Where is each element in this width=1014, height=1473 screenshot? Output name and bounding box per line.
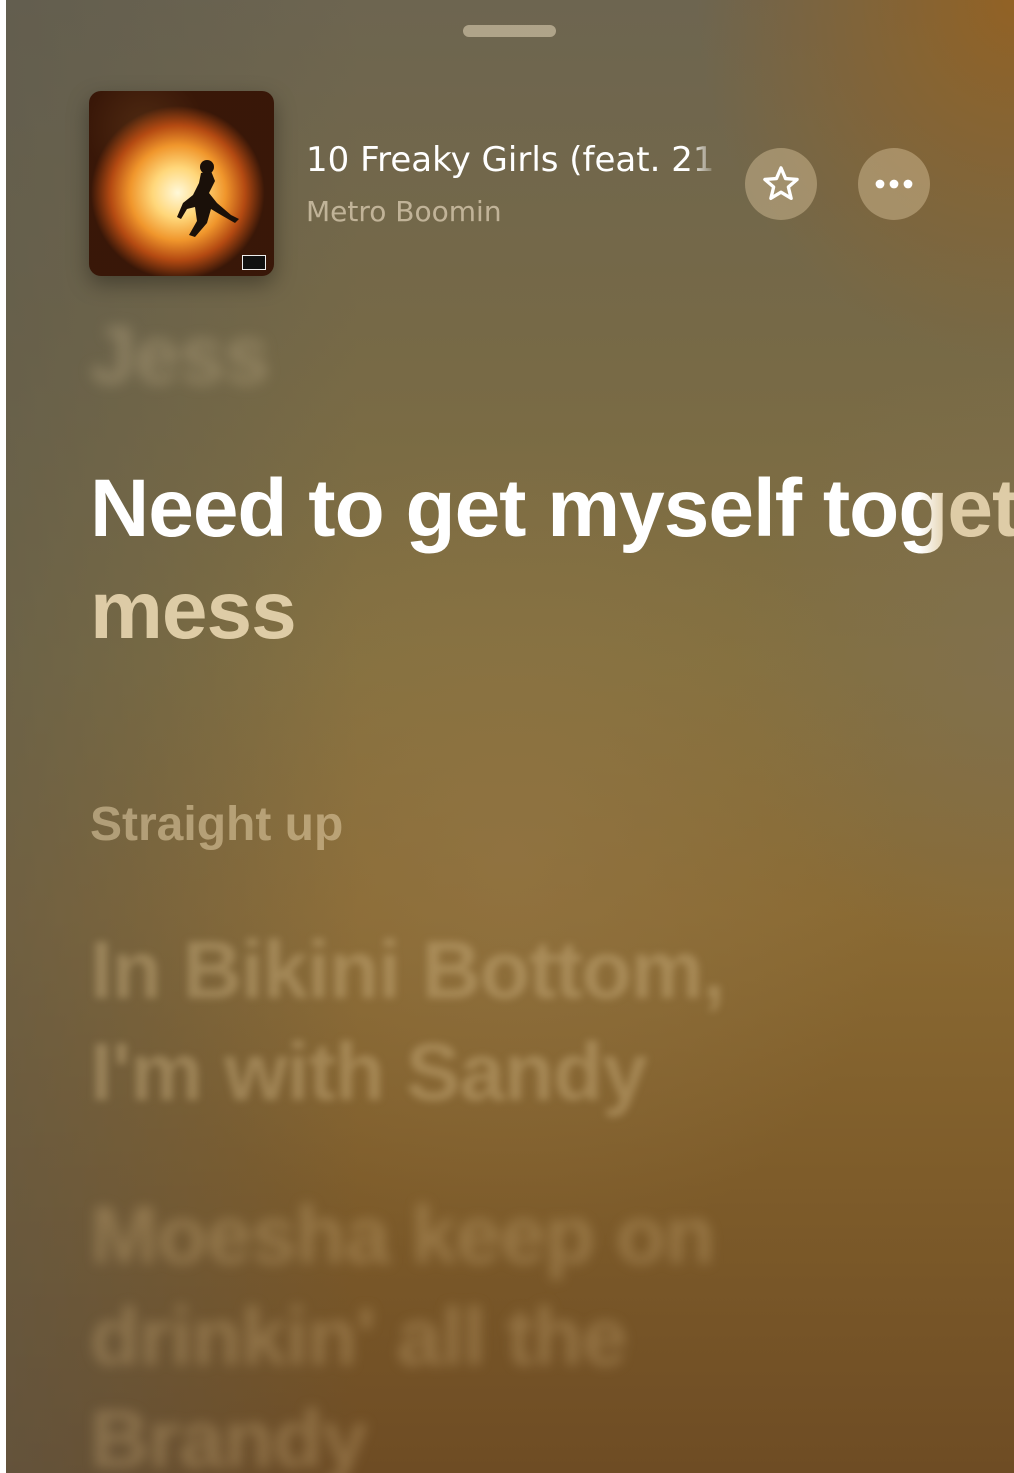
sheet-grabber-handle[interactable] [463, 25, 556, 37]
lyric-line-previous[interactable]: Jess [90, 305, 269, 407]
lyric-line-next-2[interactable]: Moesha keep on drinkin' all the Brandy [90, 1185, 715, 1473]
star-icon [763, 166, 799, 201]
lyric-current-row-1: Need to get myself together, I'm a [90, 458, 1014, 560]
lyric-upcoming-text: ether, I'm a [947, 463, 1014, 554]
artwork-figure [177, 160, 239, 237]
favorite-button[interactable] [745, 148, 817, 220]
more-options-button[interactable] [858, 148, 930, 220]
lyric-line-current[interactable]: Need to get myself together, I'm a mess [90, 458, 1014, 662]
lyric-text: Straight up [90, 798, 344, 851]
lyric-text: I'm with Sandy [90, 1027, 648, 1118]
lyric-text: Jess [90, 310, 269, 401]
lyrics-sheet: 10 Freaky Girls (feat. 21 Savage) Metro … [6, 0, 1014, 1473]
parental-advisory-badge [242, 255, 266, 270]
lyric-partial-syllable: g [898, 463, 948, 554]
lyric-background-vocal[interactable]: Straight up [90, 795, 343, 855]
lyric-line-next-1[interactable]: In Bikini Bottom, I'm with Sandy [90, 920, 725, 1124]
track-artist[interactable]: Metro Boomin [306, 194, 502, 230]
track-title[interactable]: 10 Freaky Girls (feat. 21 Savage) [306, 138, 718, 182]
lyric-text: In Bikini Bottom, [90, 925, 725, 1016]
ellipsis-icon [875, 179, 913, 189]
album-artwork[interactable] [89, 91, 274, 276]
lyric-sung-text: Need to get myself to [90, 463, 899, 554]
lyric-upcoming-text-row-3: mess [90, 565, 297, 656]
lyric-text: Moesha keep on [90, 1190, 715, 1281]
lyric-text: Brandy [90, 1394, 368, 1473]
lyric-text: drinkin' all the [90, 1292, 628, 1383]
